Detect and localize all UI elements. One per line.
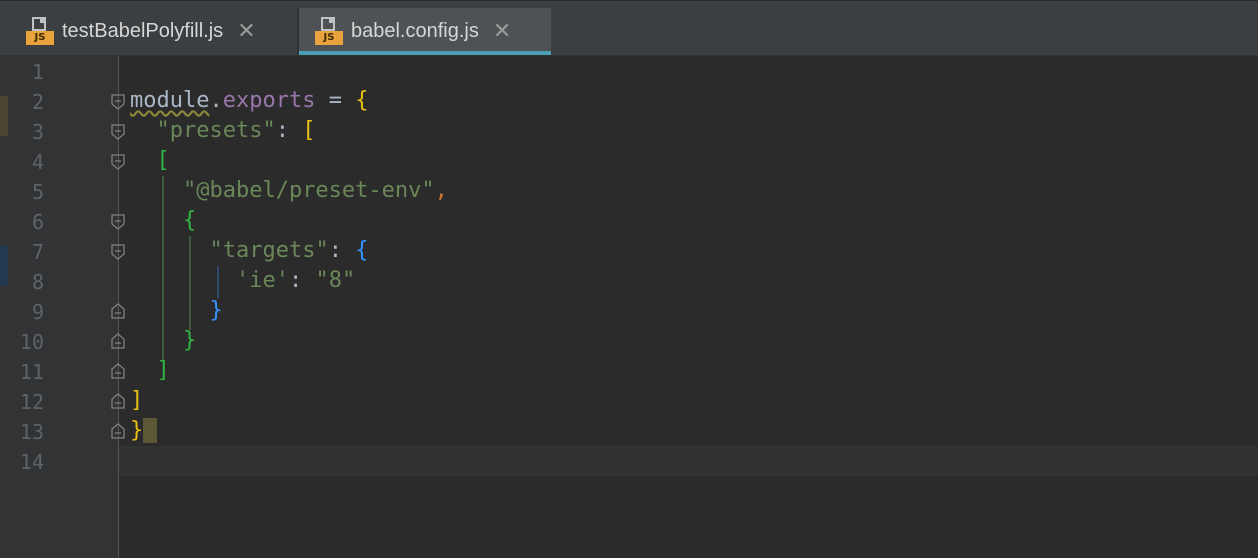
close-icon[interactable]: ✕ <box>493 20 511 43</box>
line-number: 12 <box>19 390 44 414</box>
line-number: 3 <box>31 120 44 144</box>
js-file-icon: JS <box>315 16 345 47</box>
code-line: [ <box>156 148 170 173</box>
line-number: 11 <box>19 360 44 384</box>
fold-end-icon[interactable] <box>111 333 125 349</box>
tab-testbabelpolyfill[interactable]: JS testBabelPolyfill.js ✕ <box>10 8 297 55</box>
code-line: ] <box>130 388 144 413</box>
line-number: 14 <box>19 450 44 474</box>
code-line: module.exports = { <box>130 88 369 113</box>
code-line: "@babel/preset-env", <box>182 178 448 203</box>
line-number: 9 <box>31 300 44 324</box>
active-tab-indicator <box>299 51 551 55</box>
fold-end-icon[interactable] <box>111 363 125 379</box>
text-cursor <box>143 418 157 443</box>
fold-open-icon[interactable] <box>111 124 125 140</box>
change-markers-strip <box>0 56 8 558</box>
line-number: 6 <box>31 210 44 234</box>
tab-babel-config[interactable]: JS babel.config.js ✕ <box>299 8 551 55</box>
line-number: 4 <box>31 150 44 174</box>
line-number: 10 <box>19 330 44 354</box>
change-marker <box>0 96 8 136</box>
code-line: } <box>209 298 223 323</box>
line-number: 2 <box>31 90 44 114</box>
current-line-highlight <box>119 446 1258 476</box>
fold-open-icon[interactable] <box>111 244 125 260</box>
code-line: } <box>130 416 157 446</box>
tab-label: testBabelPolyfill.js <box>62 20 224 42</box>
line-number: 1 <box>31 60 44 84</box>
code-line: 'ie': "8" <box>235 268 356 293</box>
code-line: } <box>182 328 197 353</box>
line-number: 7 <box>31 240 44 264</box>
line-number: 5 <box>31 180 44 204</box>
fold-open-icon[interactable] <box>111 214 125 230</box>
code-line: "presets": [ <box>156 118 316 143</box>
close-icon[interactable]: ✕ <box>237 20 255 43</box>
code-line: ] <box>156 358 170 383</box>
tab-label: babel.config.js <box>351 20 479 42</box>
code-line: { <box>182 208 197 233</box>
line-number: 8 <box>31 270 44 294</box>
fold-open-icon[interactable] <box>111 94 125 110</box>
js-file-icon: JS <box>26 16 56 47</box>
line-number: 13 <box>19 420 44 444</box>
fold-end-icon[interactable] <box>111 303 125 319</box>
fold-open-icon[interactable] <box>111 154 125 170</box>
fold-end-icon[interactable] <box>111 393 125 409</box>
change-marker <box>0 246 8 286</box>
code-line: "targets": { <box>209 238 369 263</box>
fold-end-icon[interactable] <box>111 423 125 439</box>
